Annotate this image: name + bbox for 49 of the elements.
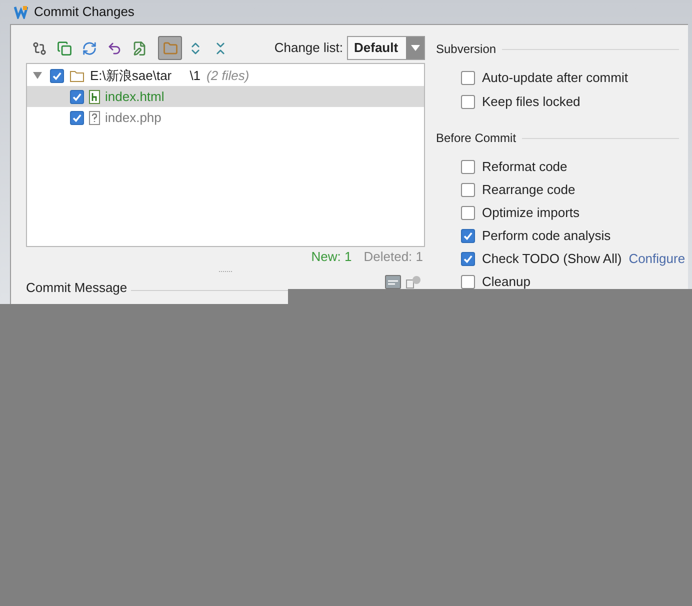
option-label: Optimize imports	[482, 204, 580, 222]
checkbox[interactable]	[461, 182, 475, 196]
splitter-grip-icon[interactable]	[218, 270, 232, 272]
change-list-label: Change list:	[274, 39, 343, 58]
option-label: Check TODO (Show All)	[482, 250, 622, 268]
checkbox[interactable]	[70, 90, 84, 104]
checkbox[interactable]	[70, 110, 84, 124]
checkbox[interactable]	[461, 95, 475, 109]
commit-message-label: Commit Message	[26, 278, 128, 297]
folder-path: E:\新浪sae\tar \1	[90, 66, 201, 85]
option-label: Rearrange code	[482, 180, 576, 199]
option-label: Reformat code	[482, 158, 568, 176]
checkbox[interactable]	[50, 68, 64, 82]
edit-file-icon	[132, 40, 146, 56]
configure-link[interactable]: Configure	[628, 248, 686, 268]
option-label: Cleanup	[482, 272, 530, 291]
spellcheck-icon[interactable]	[385, 275, 401, 289]
history-icon[interactable]	[406, 275, 421, 289]
checkbox[interactable]	[461, 228, 475, 242]
file-row[interactable]: index.php	[27, 107, 424, 128]
option-label: Keep files locked	[482, 93, 580, 112]
html-file-icon	[89, 90, 100, 104]
section-header: Subversion	[436, 41, 496, 58]
undo-icon	[106, 40, 122, 56]
checkbox[interactable]	[461, 274, 475, 288]
checkbox[interactable]	[461, 252, 475, 266]
refresh-icon	[82, 40, 96, 56]
checkbox[interactable]	[461, 71, 475, 85]
checkbox[interactable]	[461, 160, 475, 174]
change-list-dropdown[interactable]: Default	[347, 36, 425, 60]
window-title: Commit Changes	[34, 3, 134, 22]
change-count: Deleted: 1	[364, 248, 423, 266]
change-count: New: 1	[311, 248, 352, 266]
folder-icon	[70, 70, 84, 82]
unknown-file-icon	[89, 110, 100, 124]
copy-icon	[56, 40, 72, 56]
option-label: Perform code analysis	[482, 226, 611, 245]
file-count: (2 files)	[206, 66, 250, 85]
folder-icon	[162, 40, 178, 56]
checkbox[interactable]	[461, 206, 475, 220]
expand-triangle-icon[interactable]	[33, 72, 42, 80]
option-label: Auto-update after commit	[482, 69, 628, 88]
app-logo-icon	[14, 5, 28, 19]
file-name: index.php	[105, 108, 162, 127]
compare-icon	[32, 40, 46, 56]
file-name: index.html	[105, 88, 164, 106]
dropdown-arrow-icon	[410, 45, 420, 51]
file-row[interactable]: index.html	[27, 86, 424, 107]
section-header: Before Commit	[436, 130, 516, 147]
